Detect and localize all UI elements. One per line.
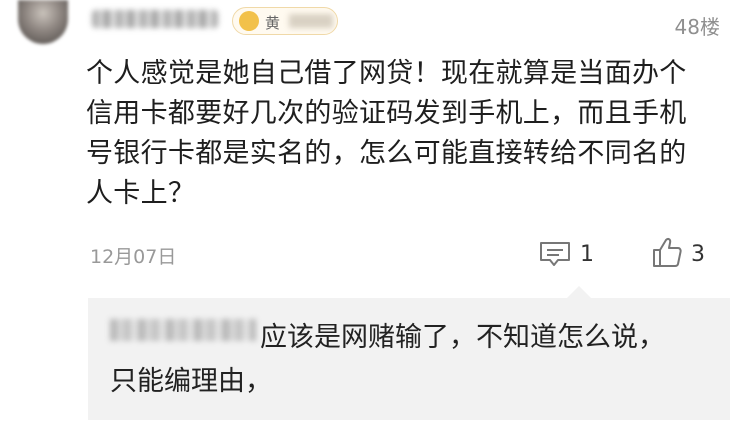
badge-icon xyxy=(239,11,259,31)
like-count: 3 xyxy=(691,242,705,267)
thumbs-up-icon xyxy=(653,238,682,267)
comment-line: 个人感觉是她自己借了网贷！现在就算是当面办个 xyxy=(86,58,687,89)
badge-blurred xyxy=(289,14,333,28)
reply-line: 应该是网赌输了，不知道怎么说， xyxy=(260,322,665,353)
like-button[interactable] xyxy=(652,236,682,268)
comment-line: 号银行卡都是实名的，怎么可能直接转给不同名的 xyxy=(86,138,687,169)
username-blurred[interactable] xyxy=(92,10,218,28)
reply-text: 应该是网赌输了，不知道怎么说， 只能编理由， xyxy=(110,316,720,404)
comment-line: 人卡上？ xyxy=(86,178,196,209)
reply-line: 只能编理由， xyxy=(110,366,272,397)
badge-text: 黄 xyxy=(265,14,281,32)
reply-button[interactable] xyxy=(538,240,572,268)
user-badge: 黄 xyxy=(232,7,338,35)
comment-icon xyxy=(540,242,570,266)
floor-number: 48楼 xyxy=(674,15,720,39)
comment-date: 12月07日 xyxy=(90,246,177,268)
avatar[interactable] xyxy=(18,0,68,44)
comment-body: 个人感觉是她自己借了网贷！现在就算是当面办个 信用卡都要好几次的验证码发到手机上… xyxy=(86,54,726,214)
reply-count: 1 xyxy=(580,242,594,267)
comment-line: 信用卡都要好几次的验证码发到手机上，而且手机 xyxy=(86,98,687,129)
